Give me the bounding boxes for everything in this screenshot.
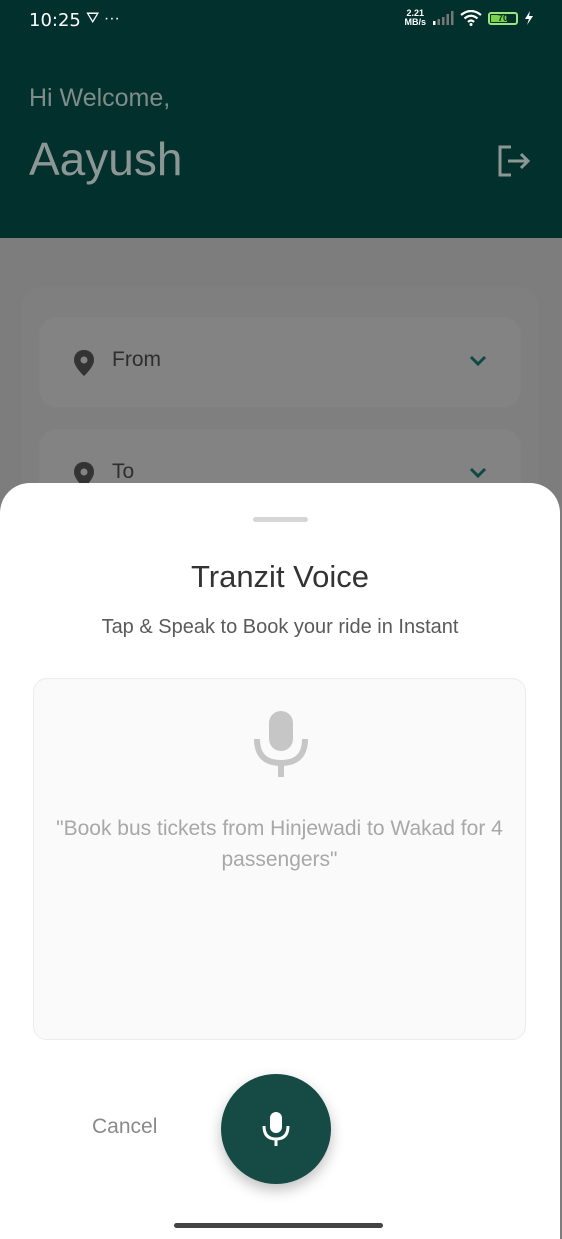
cancel-button[interactable]: Cancel xyxy=(92,1115,157,1139)
notification-icons: ⛛ ··· xyxy=(86,10,120,27)
battery-level: 70 xyxy=(497,12,508,23)
network-speed: 2.21 MB/s xyxy=(404,9,426,27)
from-dropdown[interactable]: From xyxy=(39,317,521,407)
to-label: To xyxy=(112,460,135,483)
signal-icon xyxy=(433,11,454,25)
from-label: From xyxy=(112,348,161,371)
voice-transcript-box: "Book bus tickets from Hinjewadi to Waka… xyxy=(33,678,526,1040)
sheet-title: Tranzit Voice xyxy=(190,559,370,594)
status-bar: 10:25 ⛛ ··· 2.21 MB/s 70 xyxy=(0,0,562,40)
user-name: Aayush xyxy=(29,133,183,185)
status-time: 10:25 xyxy=(29,10,81,31)
greeting: Hi Welcome, xyxy=(29,84,171,112)
sheet-drag-handle[interactable] xyxy=(253,517,308,522)
microphone-icon xyxy=(262,1112,290,1146)
gesture-nav-bar[interactable] xyxy=(174,1223,383,1228)
charging-icon xyxy=(525,11,533,25)
logout-icon[interactable] xyxy=(495,143,531,179)
chevron-down-icon xyxy=(469,355,487,367)
location-pin-icon xyxy=(74,350,94,376)
voice-bottom-sheet: Tranzit Voice Tap & Speak to Book your r… xyxy=(0,483,560,1239)
network-speed-unit: MB/s xyxy=(404,17,426,27)
battery-icon: 70 xyxy=(488,11,518,25)
microphone-icon xyxy=(254,711,308,777)
sheet-subtitle: Tap & Speak to Book your ride in Instant xyxy=(101,616,459,638)
chevron-down-icon xyxy=(469,467,487,479)
header: Hi Welcome, Aayush xyxy=(0,40,562,238)
wifi-icon xyxy=(460,10,482,26)
status-indicators: 2.21 MB/s 70 xyxy=(404,9,534,27)
record-voice-button[interactable] xyxy=(221,1074,331,1184)
voice-example-text: "Book bus tickets from Hinjewadi to Waka… xyxy=(56,817,503,871)
